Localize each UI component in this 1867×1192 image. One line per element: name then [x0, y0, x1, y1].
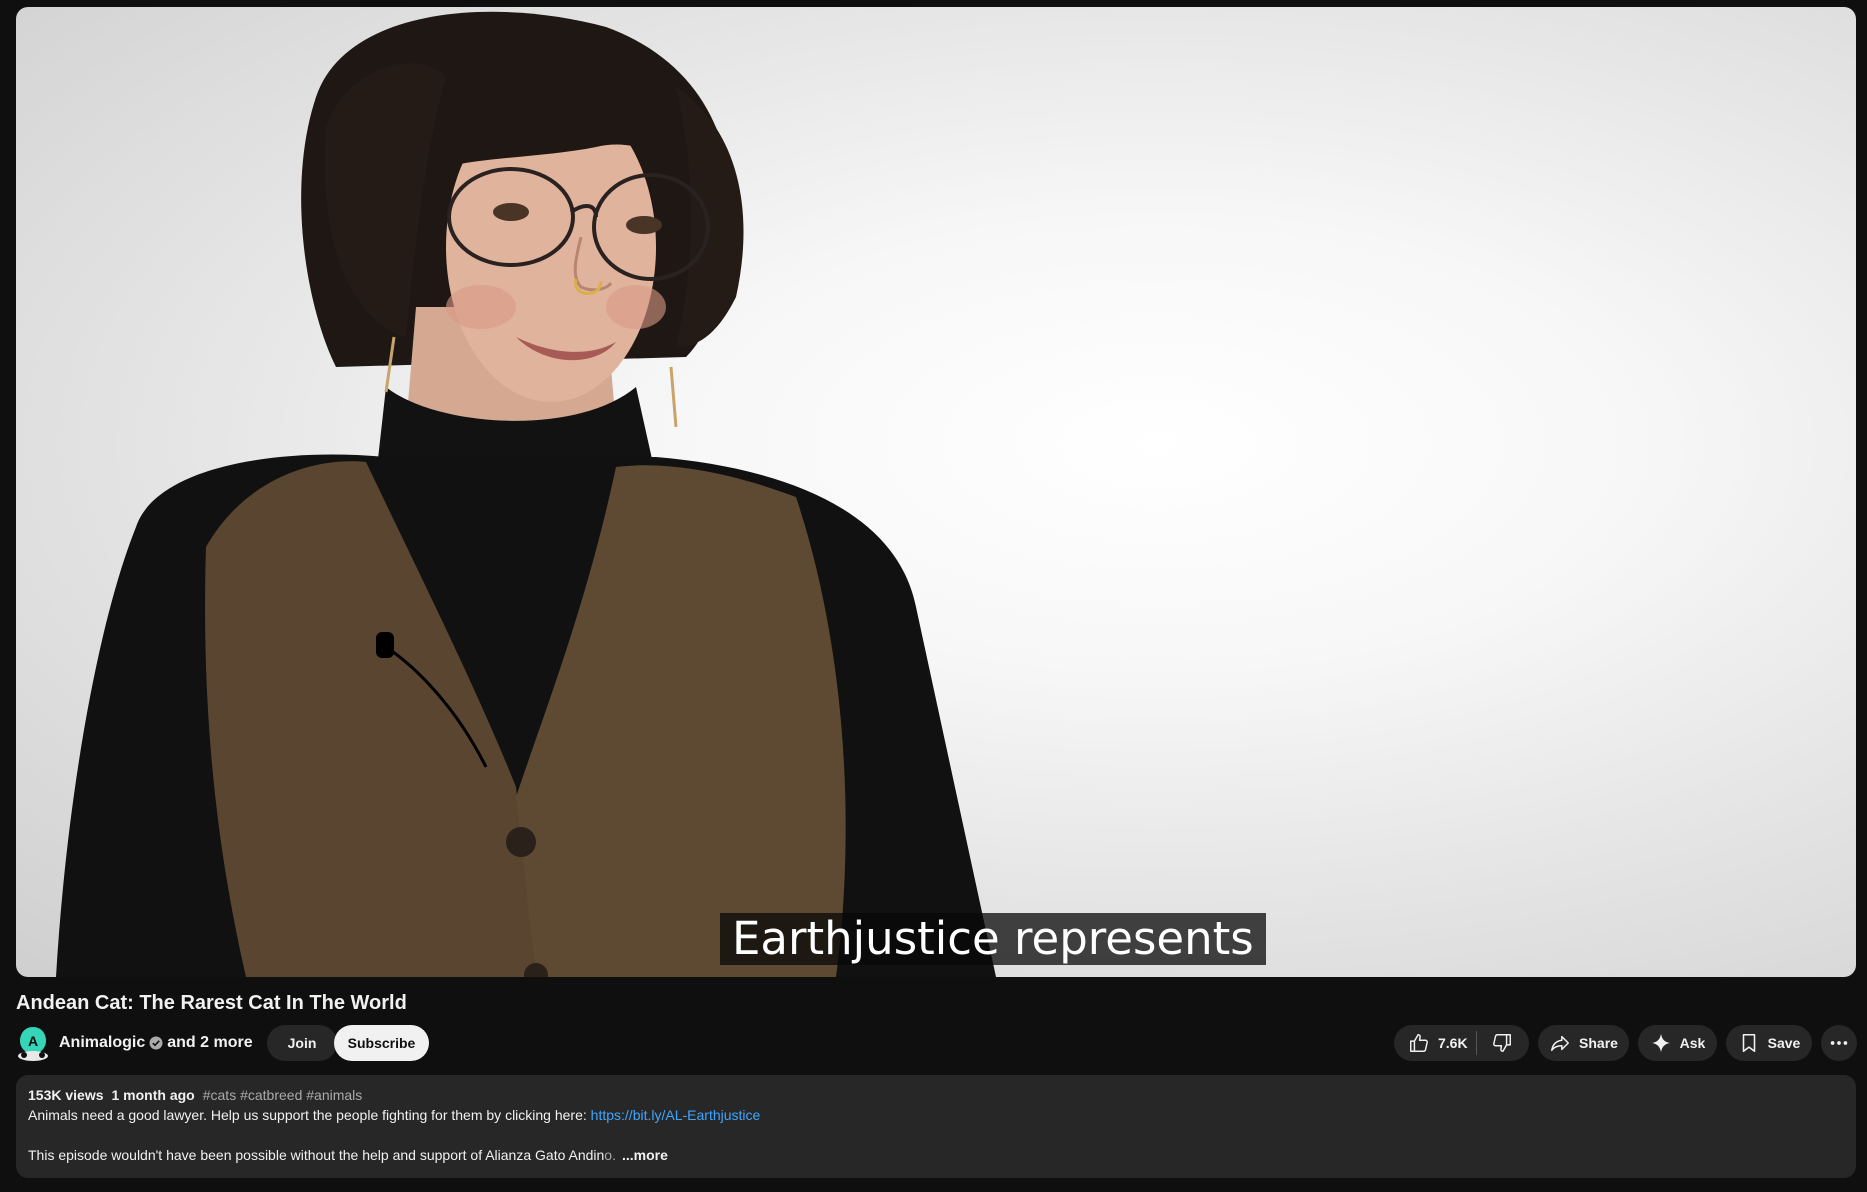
- channel-name-block[interactable]: Animalogic and 2 more: [59, 1034, 253, 1052]
- more-actions-button[interactable]: [1821, 1025, 1857, 1061]
- hashtag-link[interactable]: #catbreed: [240, 1087, 302, 1103]
- share-button[interactable]: Share: [1538, 1025, 1629, 1061]
- dislike-button[interactable]: [1477, 1025, 1527, 1061]
- thumb-up-icon: [1410, 1034, 1428, 1052]
- like-count: 7.6K: [1438, 1035, 1468, 1051]
- channel-avatar-logo[interactable]: A: [16, 1025, 50, 1061]
- share-label: Share: [1579, 1035, 1618, 1051]
- thumb-down-icon: [1493, 1034, 1511, 1052]
- save-button[interactable]: Save: [1726, 1025, 1812, 1061]
- hashtag-link[interactable]: #cats: [203, 1087, 236, 1103]
- svg-text:A: A: [28, 1033, 38, 1049]
- save-label: Save: [1767, 1035, 1801, 1051]
- ask-label: Ask: [1679, 1035, 1706, 1051]
- sparkle-icon: [1651, 1033, 1670, 1053]
- verified-icon: [149, 1036, 163, 1050]
- description-text: Animals need a good lawyer. Help us supp…: [28, 1107, 591, 1123]
- description-text: This episode wouldn't have been possible…: [28, 1147, 605, 1163]
- bookmark-icon: [1742, 1033, 1755, 1053]
- like-button[interactable]: 7.6K: [1394, 1025, 1476, 1061]
- upload-date: 1 month ago: [111, 1087, 195, 1103]
- owner-actions-row: A Animalogic and 2 more Join Subscribe 7…: [16, 1025, 1857, 1063]
- earthjustice-link[interactable]: https://bit.ly/AL-Earthjustice: [591, 1107, 761, 1123]
- video-player[interactable]: Earthjustice represents: [16, 7, 1856, 977]
- show-more-link[interactable]: ...more: [622, 1147, 668, 1163]
- description-line: Animals need a good lawyer. Help us supp…: [28, 1105, 1844, 1125]
- description-text-fade: o.: [604, 1147, 616, 1163]
- video-frame-presenter: [56, 11, 996, 977]
- view-count: 153K views: [28, 1087, 104, 1103]
- more-horiz-icon: [1830, 1041, 1848, 1045]
- collaborators-label[interactable]: and 2 more: [167, 1034, 252, 1052]
- hashtag-link[interactable]: #animals: [306, 1087, 362, 1103]
- subscribe-button[interactable]: Subscribe: [334, 1025, 429, 1061]
- description-line: This episode wouldn't have been possible…: [28, 1145, 1844, 1165]
- share-icon: [1551, 1035, 1570, 1052]
- ask-button[interactable]: Ask: [1638, 1025, 1717, 1061]
- video-title: Andean Cat: The Rarest Cat In The World: [16, 992, 407, 1014]
- subtitle-caption: Earthjustice represents: [720, 913, 1266, 965]
- join-button[interactable]: Join: [267, 1025, 337, 1061]
- like-dislike-group: 7.6K: [1394, 1025, 1529, 1061]
- channel-name[interactable]: Animalogic: [59, 1034, 145, 1052]
- description-meta: 153K views 1 month ago #cats #catbreed #an…: [28, 1085, 1844, 1105]
- description-box[interactable]: 153K views 1 month ago #cats #catbreed #an…: [16, 1075, 1856, 1178]
